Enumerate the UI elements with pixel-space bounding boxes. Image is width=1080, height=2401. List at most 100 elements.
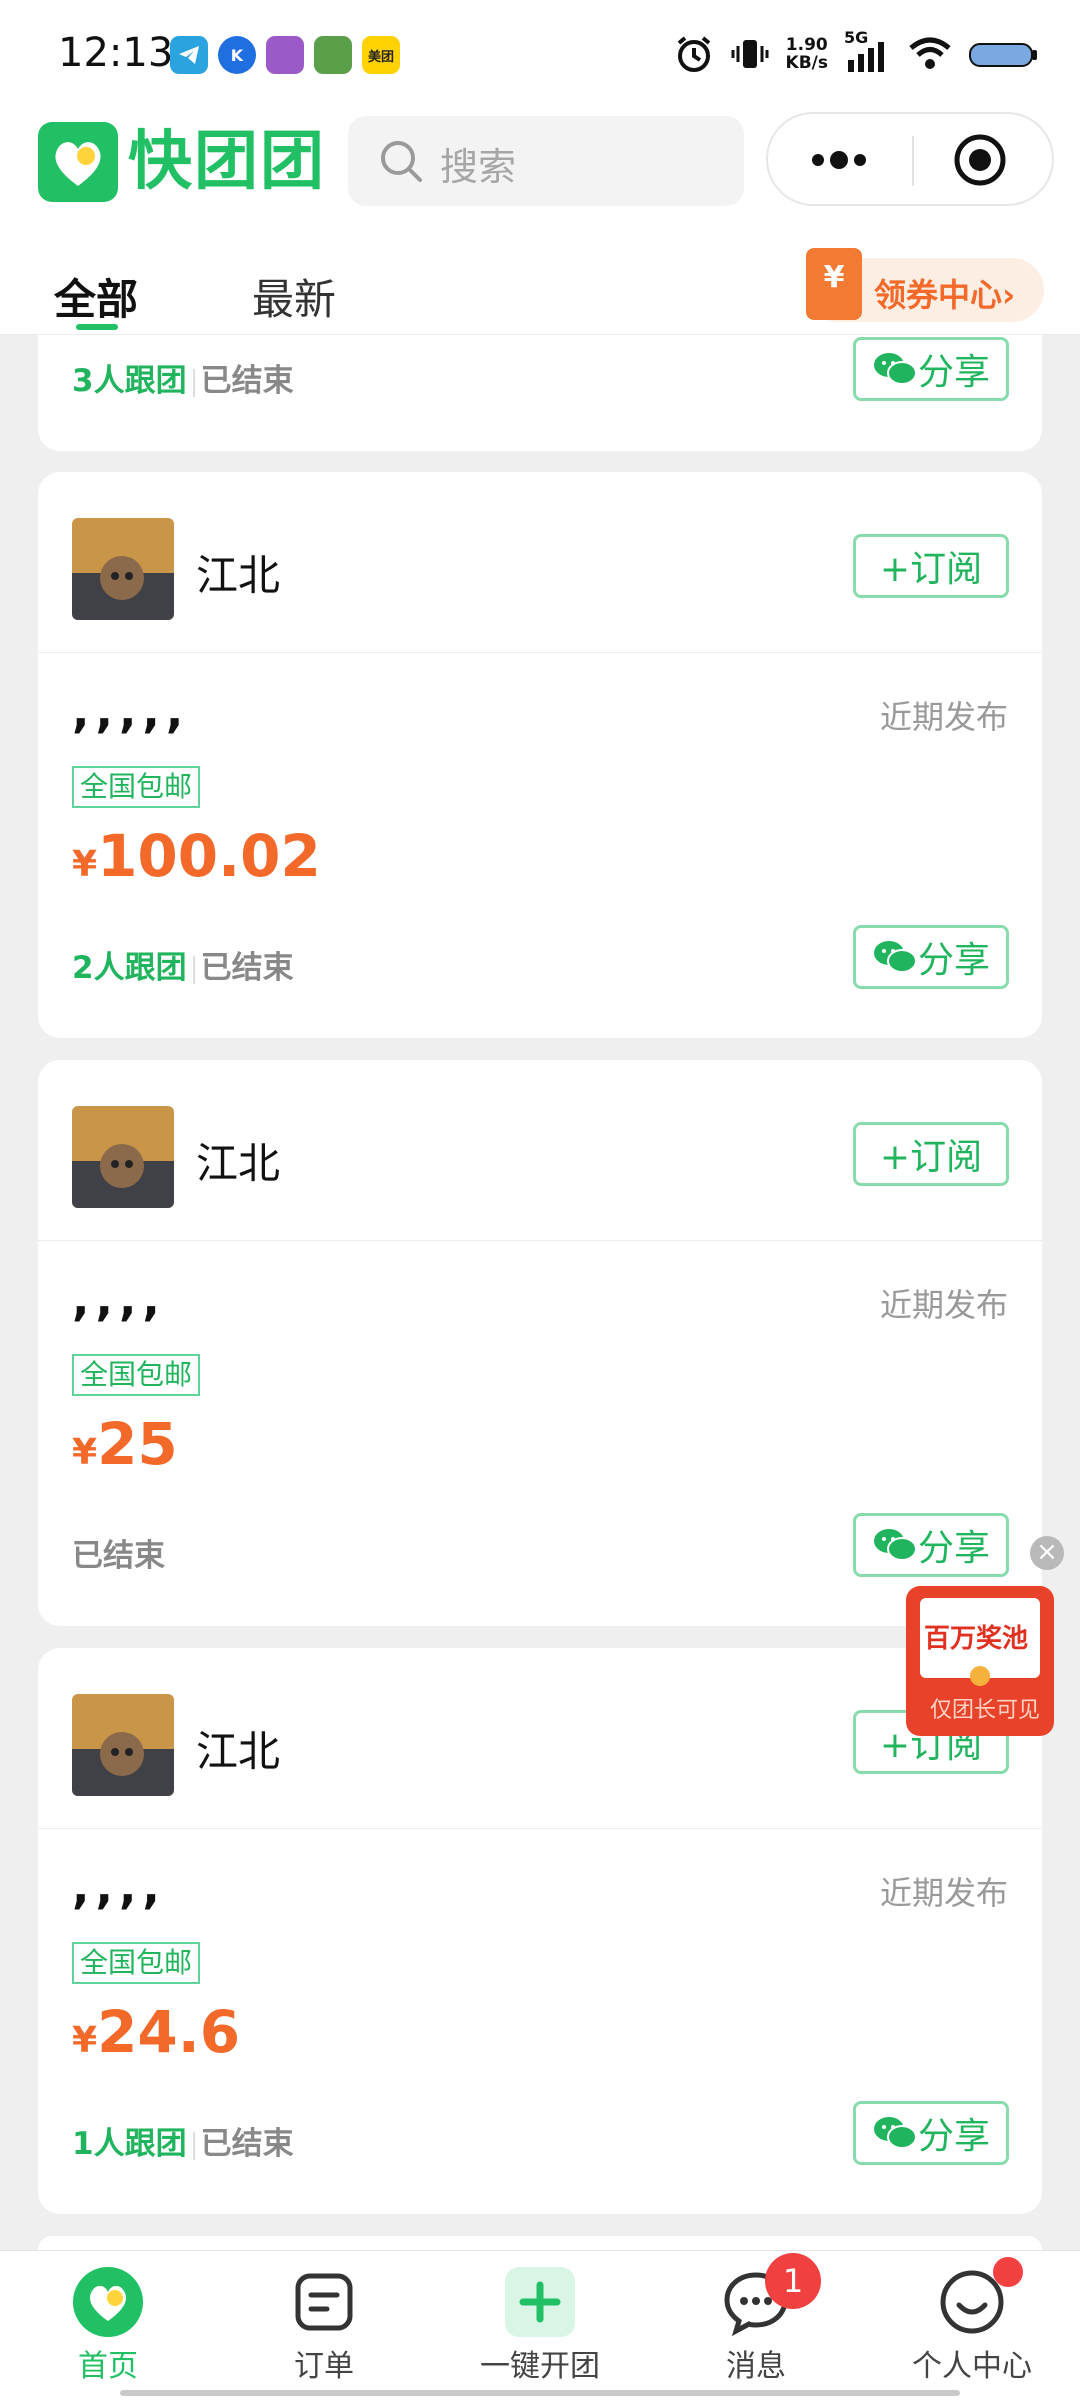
price: ¥24.6 [72, 1998, 241, 2066]
group-status: 1人跟团 已结束 [72, 2118, 294, 2163]
share-button[interactable]: 分享 [853, 337, 1009, 401]
nav-label: 订单 [294, 2349, 354, 2384]
status-time: 12:13 [58, 30, 174, 76]
coupon-icon: ¥ [806, 248, 862, 320]
coin-icon [970, 1666, 990, 1686]
notification-dot [993, 2257, 1023, 2287]
game2-app-icon [314, 36, 352, 74]
promo-close-button[interactable]: × [1030, 1536, 1064, 1570]
group-end-status: 已结束 [200, 950, 294, 986]
active-tab-indicator [76, 324, 118, 330]
telegram-icon [170, 36, 208, 74]
group-card-peek [38, 2236, 1042, 2250]
status-bar: 12:13 K 美团 1.90 KB/s 5G [0, 0, 1080, 112]
avatar[interactable] [72, 1106, 174, 1208]
alarm-icon [677, 36, 710, 72]
nav-label: 消息 [726, 2349, 786, 2384]
subscribe-button[interactable]: +订阅 [853, 534, 1009, 598]
search-input[interactable]: 搜索 [348, 116, 744, 206]
status-right: 1.90 KB/s 5G [674, 28, 1040, 74]
status-divider [192, 2131, 195, 2160]
bottom-nav: 首页 订单 一键开团 1 消息 个人中心 [0, 2250, 1080, 2401]
search-icon [381, 141, 422, 182]
card-header: 江北 +订阅 [38, 1060, 1042, 1241]
group-status: 已结束 [72, 1530, 165, 1575]
tab-bar: 全部 最新 ¥ 领券中心› [0, 222, 1080, 335]
chat-icon: 1 [719, 2253, 821, 2339]
cellular: 5G [844, 28, 892, 74]
coupon-label: 领券中心› [874, 276, 1016, 314]
meituan-icon: 美团 [362, 36, 400, 74]
mini-program-capsule [766, 112, 1054, 206]
status-divider [192, 955, 195, 984]
wechat-icon [873, 353, 917, 385]
shipping-badge: 全国包邮 [72, 766, 201, 808]
shipping-badge: 全国包邮 [72, 1942, 201, 1984]
avatar[interactable] [72, 518, 174, 620]
group-status: 3人跟团 已结束 [72, 355, 294, 400]
tab-latest[interactable]: 最新 [252, 266, 336, 327]
author-name[interactable]: 江北 [196, 1130, 280, 1191]
wechat-icon [873, 2117, 917, 2149]
signal-icon [848, 42, 884, 72]
group-card[interactable]: 江北 +订阅 ,,,, 近期发布 全国包邮 ¥24.6 1人跟团 已结束 分享 [38, 1648, 1042, 2214]
game-app-icon [266, 36, 304, 74]
capsule-divider [912, 136, 914, 186]
wechat-icon [873, 941, 917, 973]
posted-time: 近期发布 [879, 698, 1008, 736]
price: ¥100.02 [72, 822, 321, 890]
share-button[interactable]: 分享 [853, 925, 1009, 989]
order-icon [287, 2265, 361, 2339]
status-app-icons: K 美团 [170, 36, 400, 74]
vibrate-icon [731, 40, 769, 68]
card-header: 江北 +订阅 [38, 1648, 1042, 1829]
author-name[interactable]: 江北 [196, 542, 280, 603]
promo-subtitle: 仅团长可见 [930, 1698, 1041, 1723]
plus-icon [503, 2265, 577, 2339]
posted-time: 近期发布 [879, 1286, 1008, 1324]
group-count: 3人跟团 [72, 363, 187, 399]
message-count-badge: 1 [765, 2253, 821, 2309]
group-count: 2人跟团 [72, 950, 187, 986]
promo-title: 百万奖池 [924, 1624, 1029, 1654]
app-logo-icon [38, 122, 118, 202]
search-placeholder: 搜索 [440, 145, 517, 189]
group-end-status: 已结束 [200, 2126, 294, 2162]
nav-home[interactable]: 首页 [28, 2265, 188, 2385]
group-end-status: 已结束 [72, 1538, 165, 1574]
shipping-badge: 全国包邮 [72, 1354, 201, 1396]
more-icon[interactable] [804, 138, 874, 182]
nav-messages[interactable]: 1 消息 [676, 2253, 836, 2385]
group-card-partial[interactable]: 3人跟团 已结束 分享 [38, 335, 1042, 451]
battery-icon [969, 43, 1037, 67]
group-status: 2人跟团 已结束 [72, 942, 294, 987]
status-divider [192, 368, 195, 397]
wechat-icon [873, 1529, 917, 1561]
prize-pool-promo[interactable]: 百万奖池 仅团长可见 [906, 1586, 1054, 1736]
nav-create-group[interactable]: 一键开团 [460, 2265, 620, 2385]
share-button[interactable]: 分享 [853, 1513, 1009, 1577]
home-icon [71, 2265, 145, 2339]
group-title[interactable]: ,,,,, [72, 684, 189, 738]
group-title[interactable]: ,,,, [72, 1860, 166, 1914]
home-indicator[interactable] [120, 2390, 960, 2396]
group-end-status: 已结束 [200, 363, 294, 399]
group-card[interactable]: 江北 +订阅 ,,,, 近期发布 全国包邮 ¥25 已结束 分享 [38, 1060, 1042, 1626]
close-target-icon[interactable] [952, 132, 1008, 188]
tab-all[interactable]: 全部 [54, 266, 138, 327]
avatar[interactable] [72, 1694, 174, 1796]
subscribe-button[interactable]: +订阅 [853, 1122, 1009, 1186]
group-title[interactable]: ,,,, [72, 1272, 166, 1326]
wifi-icon [909, 37, 951, 69]
group-card[interactable]: 江北 +订阅 ,,,,, 近期发布 全国包邮 ¥100.02 2人跟团 已结束 分… [38, 472, 1042, 1038]
nav-label: 首页 [78, 2349, 138, 2384]
nav-orders[interactable]: 订单 [244, 2265, 404, 2385]
author-name[interactable]: 江北 [196, 1718, 280, 1779]
price: ¥25 [72, 1410, 178, 1478]
nav-label: 一键开团 [480, 2349, 600, 2384]
app-name: 快团团 [128, 125, 326, 199]
share-button[interactable]: 分享 [853, 2101, 1009, 2165]
nav-profile[interactable]: 个人中心 [892, 2257, 1052, 2385]
coupon-center-button[interactable]: ¥ 领券中心› [806, 248, 1044, 322]
profile-icon [935, 2257, 1023, 2339]
